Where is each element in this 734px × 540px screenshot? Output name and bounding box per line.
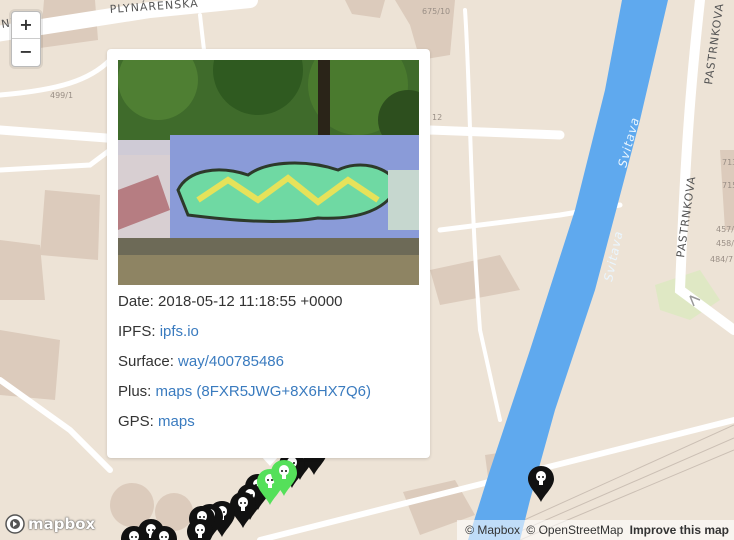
popup-date-row: Date: 2018-05-12 11:18:55 +0000	[118, 293, 343, 310]
gps-label: GPS:	[118, 413, 154, 430]
ipfs-link[interactable]: ipfs.io	[160, 323, 199, 340]
zoom-control: + −	[11, 11, 41, 67]
mapbox-logo[interactable]: mapbox	[5, 513, 95, 535]
mapbox-logo-icon	[5, 514, 25, 534]
improve-map-link[interactable]: Improve this map	[630, 523, 729, 537]
photo-popup: Date: 2018-05-12 11:18:55 +0000 IPFS: ip…	[107, 49, 430, 458]
zoom-out-button[interactable]: −	[12, 39, 40, 65]
surface-link[interactable]: way/400785486	[178, 353, 284, 370]
popup-surface-row: Surface: way/400785486	[118, 353, 284, 370]
surface-label: Surface:	[118, 353, 174, 370]
date-value: 2018-05-12 11:18:55 +0000	[158, 293, 343, 310]
popup-ipfs-row: IPFS: ipfs.io	[118, 323, 199, 340]
attribution-mapbox[interactable]: © Mapbox	[465, 523, 520, 537]
attribution-osm[interactable]: © OpenStreetMap	[526, 523, 623, 537]
date-label: Date:	[118, 293, 154, 310]
camera-marker-icon[interactable]	[528, 466, 554, 502]
plus-label: Plus:	[118, 383, 152, 400]
popup-gps-row: GPS: maps	[118, 413, 195, 430]
map-canvas[interactable]: PLYNÁRENSKÁ PASTRNKOVA PASTRNKOVA NKA Sv…	[0, 0, 734, 540]
plus-code-link[interactable]: maps (8FXR5JWG+8X6HX7Q6)	[156, 383, 372, 400]
ipfs-label: IPFS:	[118, 323, 156, 340]
gps-link[interactable]: maps	[158, 413, 195, 430]
zoom-in-button[interactable]: +	[12, 12, 40, 39]
mapbox-logo-text: mapbox	[28, 515, 96, 533]
popup-plus-row: Plus: maps (8FXR5JWG+8X6HX7Q6)	[118, 383, 371, 400]
graffiti-photo[interactable]	[118, 60, 419, 285]
attribution-bar: © Mapbox © OpenStreetMap Improve this ma…	[457, 520, 734, 540]
